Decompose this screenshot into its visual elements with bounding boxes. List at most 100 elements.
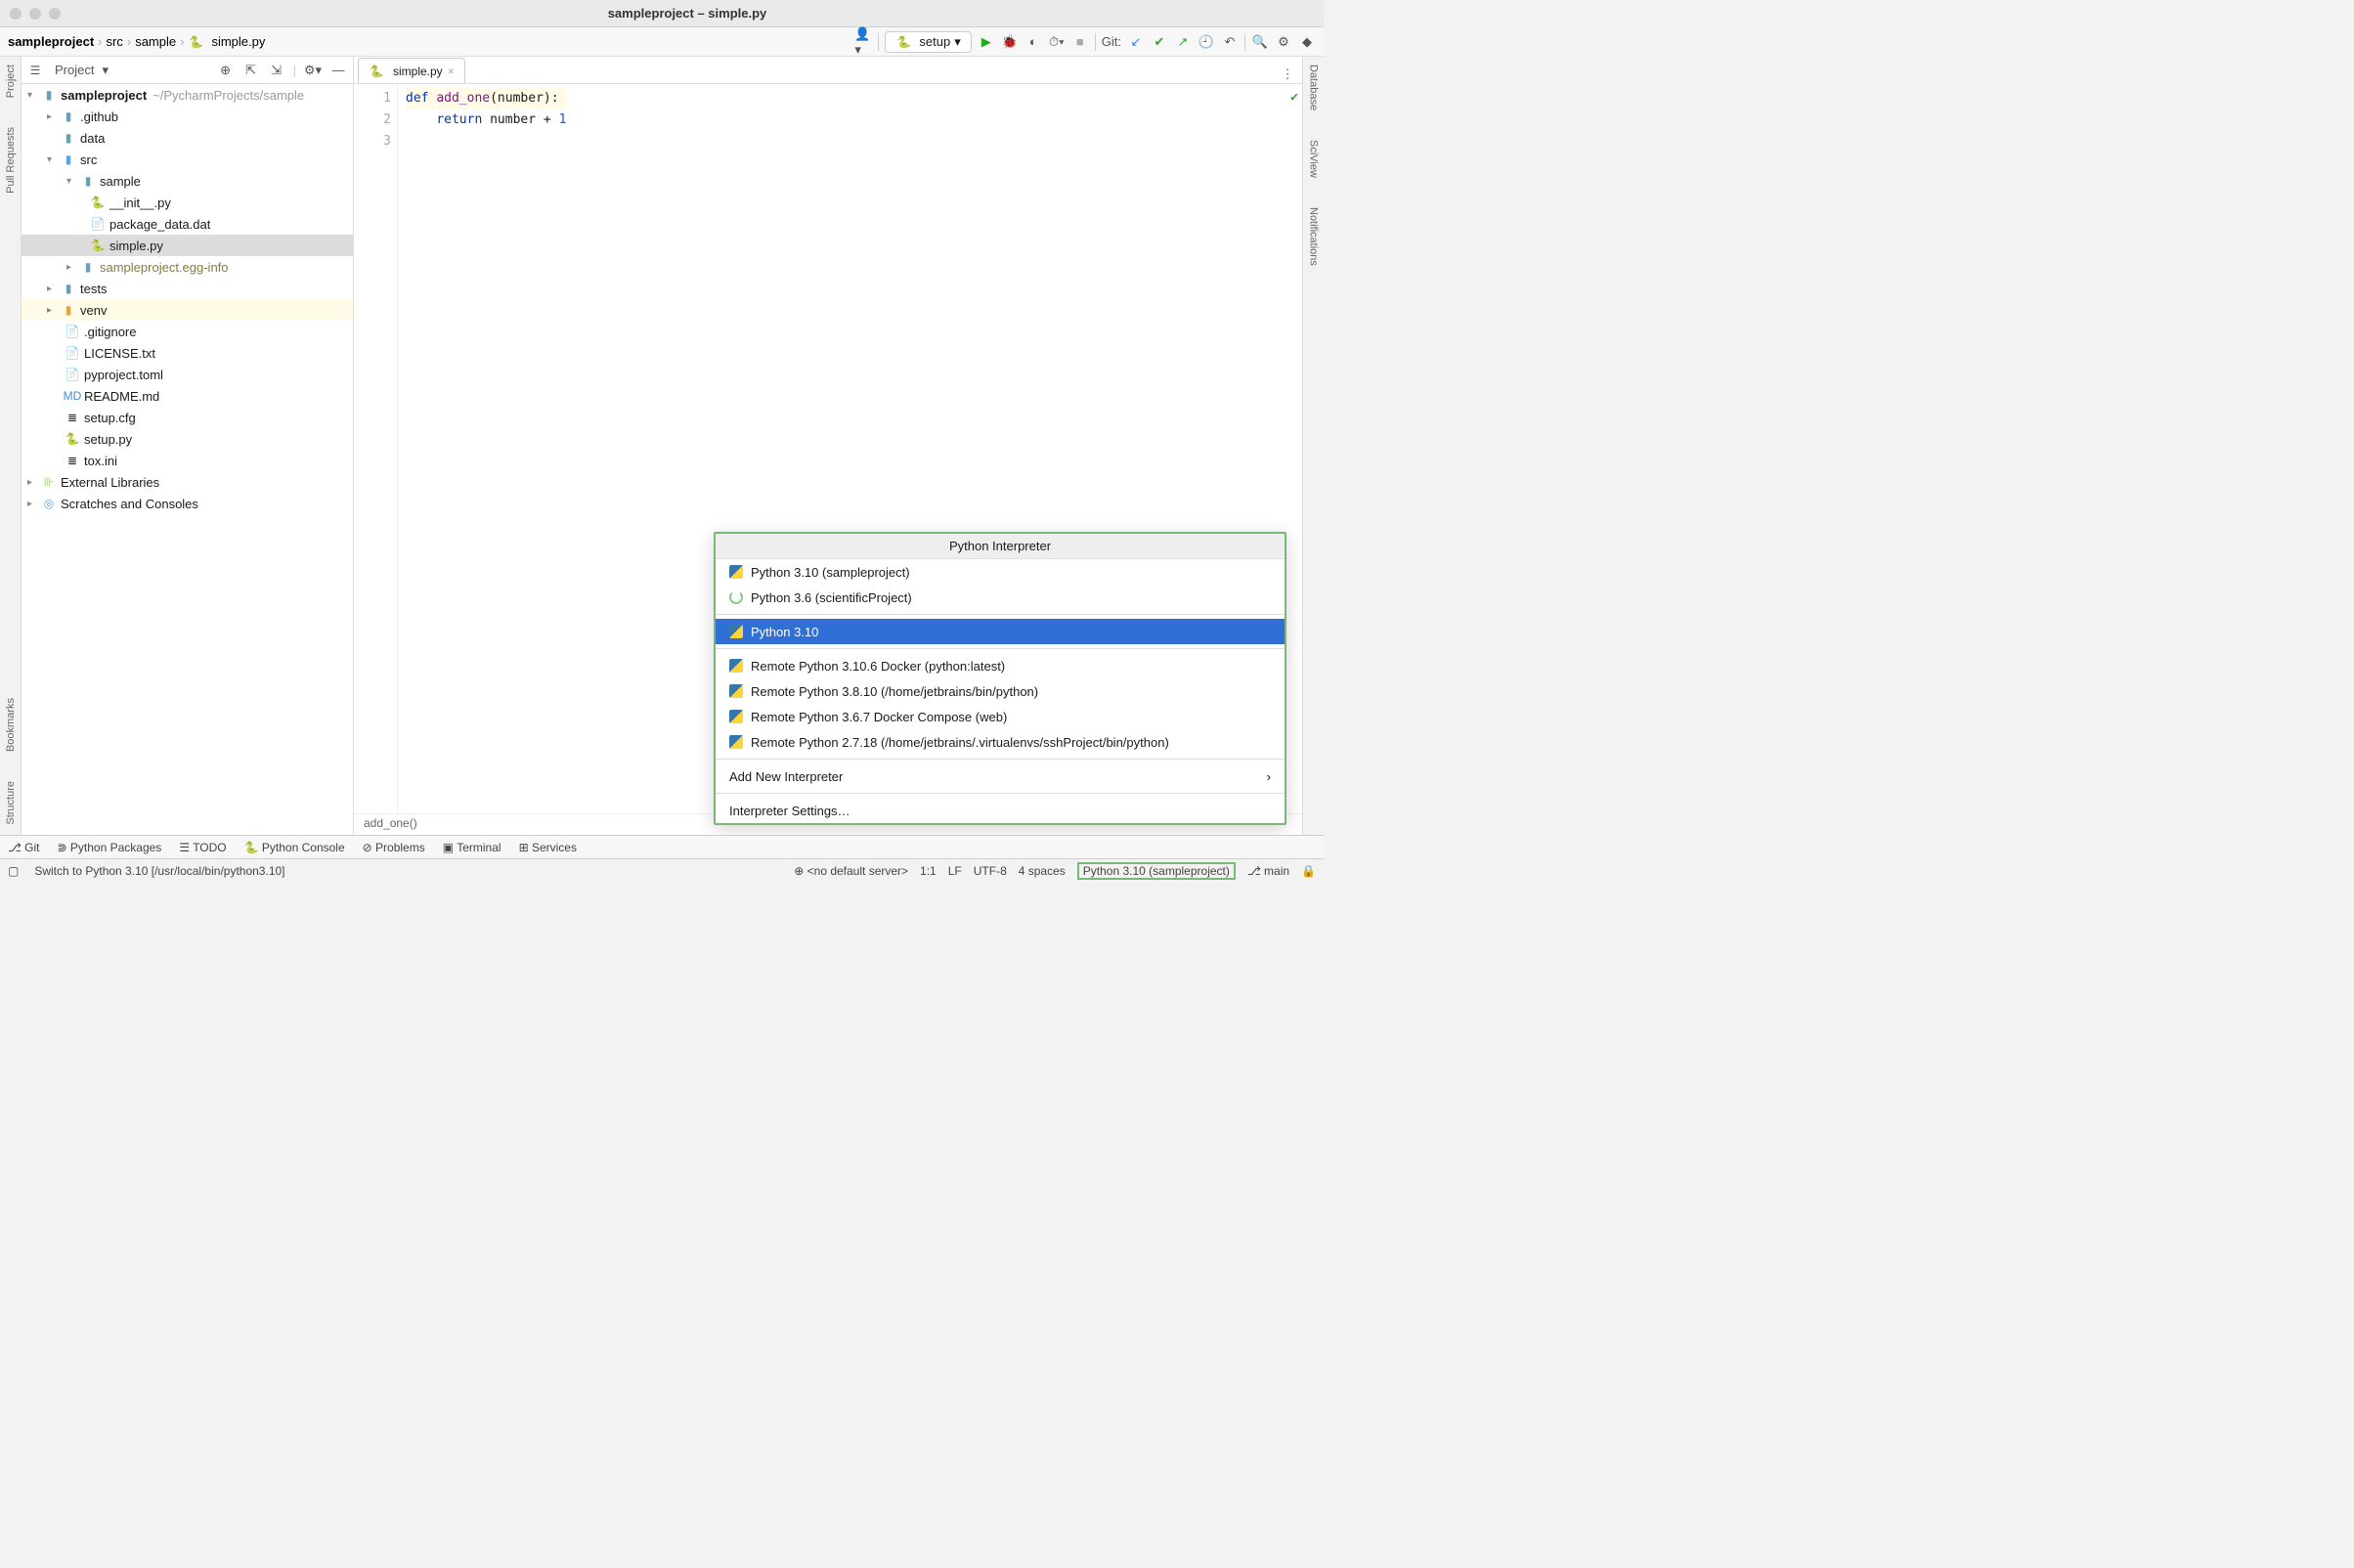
rail-notifications[interactable]: Notifications	[1308, 207, 1320, 266]
expand-all-icon[interactable]: ⇱	[242, 62, 260, 79]
tree-gitignore[interactable]: 📄.gitignore	[22, 321, 353, 342]
rail-bookmarks[interactable]: Bookmarks	[5, 698, 17, 752]
tool-todo[interactable]: ☰ TODO	[179, 841, 226, 854]
rail-structure[interactable]: Structure	[5, 781, 17, 825]
git-revert-button[interactable]: ↶	[1221, 33, 1239, 51]
rail-database[interactable]: Database	[1308, 65, 1320, 110]
tree-github[interactable]: ▸▮.github	[22, 106, 353, 127]
editor-menu-icon[interactable]: ⋮	[1279, 65, 1296, 83]
tree-pyproject[interactable]: 📄pyproject.toml	[22, 364, 353, 385]
search-button[interactable]: 🔍	[1251, 33, 1269, 51]
interpreter-option[interactable]: Python 3.10 (sampleproject)	[716, 559, 1285, 585]
tree-data[interactable]: ▮data	[22, 127, 353, 149]
rail-pull-requests[interactable]: Pull Requests	[5, 127, 17, 194]
status-toolwindow-icon[interactable]: ▢	[8, 864, 19, 878]
status-lineending[interactable]: LF	[948, 864, 962, 878]
tree-readme[interactable]: MDREADME.md	[22, 385, 353, 407]
tab-simple[interactable]: 🐍 simple.py ×	[358, 58, 465, 83]
tree-egginfo[interactable]: ▸▮sampleproject.egg-info	[22, 256, 353, 278]
settings-button[interactable]: ⚙	[1275, 33, 1292, 51]
breadcrumb-src[interactable]: src	[107, 34, 123, 49]
user-icon[interactable]: 👤▾	[854, 33, 872, 51]
popup-title: Python Interpreter	[716, 534, 1285, 559]
right-tool-rail: Database SciView Notifications	[1302, 57, 1324, 835]
tree-simple[interactable]: 🐍simple.py	[22, 235, 353, 256]
line-gutter[interactable]: 1 2 3	[354, 84, 398, 813]
tool-console[interactable]: 🐍 Python Console	[244, 841, 345, 854]
tree-pkgdata[interactable]: 📄package_data.dat	[22, 213, 353, 235]
run-button[interactable]: ▶	[978, 33, 995, 51]
git-pull-button[interactable]: ↙	[1127, 33, 1145, 51]
breadcrumb-sample[interactable]: sample	[135, 34, 176, 49]
tool-git[interactable]: ⎇ Git	[8, 841, 40, 854]
interpreter-remote[interactable]: Remote Python 3.8.10 (/home/jetbrains/bi…	[716, 678, 1285, 704]
minimize-window-icon[interactable]	[29, 8, 41, 20]
interpreter-remote[interactable]: Remote Python 3.10.6 Docker (python:late…	[716, 653, 1285, 678]
status-lock-icon[interactable]: 🔒	[1301, 864, 1316, 878]
tree-root[interactable]: ▾▮ sampleproject ~/PycharmProjects/sampl…	[22, 84, 353, 106]
project-view-icon: ☰	[27, 63, 43, 78]
add-interpreter[interactable]: Add New Interpreter›	[716, 763, 1285, 789]
python-icon	[729, 735, 743, 749]
tree-license[interactable]: 📄LICENSE.txt	[22, 342, 353, 364]
code-lines[interactable]: def add_one(number): return number + 1	[398, 84, 566, 813]
git-history-button[interactable]: 🕘	[1198, 33, 1215, 51]
tree-extlib[interactable]: ▸⊪External Libraries	[22, 471, 353, 493]
tree-sample[interactable]: ▾▮sample	[22, 170, 353, 192]
close-tab-icon[interactable]: ×	[448, 65, 455, 78]
tool-problems[interactable]: ⊘ Problems	[363, 841, 425, 854]
status-server[interactable]: ⊕ <no default server>	[794, 864, 908, 878]
tool-packages[interactable]: ⋑ Python Packages	[58, 841, 162, 854]
interpreter-remote[interactable]: Remote Python 3.6.7 Docker Compose (web)	[716, 704, 1285, 729]
tree-setupcfg[interactable]: ≣setup.cfg	[22, 407, 353, 428]
chevron-down-icon: ▾	[954, 34, 961, 50]
ide-logo-icon[interactable]: ◆	[1298, 33, 1316, 51]
zoom-window-icon[interactable]	[49, 8, 61, 20]
tree-setuppy[interactable]: 🐍setup.py	[22, 428, 353, 450]
tree-src[interactable]: ▾▮src	[22, 149, 353, 170]
debug-button[interactable]: 🐞	[1001, 33, 1019, 51]
close-window-icon[interactable]	[10, 8, 22, 20]
tree-init[interactable]: 🐍__init__.py	[22, 192, 353, 213]
status-encoding[interactable]: UTF-8	[974, 864, 1007, 878]
project-tree[interactable]: ▾▮ sampleproject ~/PycharmProjects/sampl…	[22, 84, 353, 835]
python-file-icon: 🐍	[369, 64, 384, 79]
interpreter-option[interactable]: Python 3.6 (scientificProject)	[716, 585, 1285, 610]
status-indent[interactable]: 4 spaces	[1019, 864, 1066, 878]
inspection-ok-icon[interactable]: ✔	[1290, 90, 1298, 105]
tree-scratches[interactable]: ▸◎Scratches and Consoles	[22, 493, 353, 514]
status-interpreter[interactable]: Python 3.10 (sampleproject)	[1077, 862, 1236, 880]
profile-button[interactable]: ⏱▾	[1048, 33, 1066, 51]
hide-panel-icon[interactable]: —	[329, 62, 347, 79]
editor-tabs: 🐍 simple.py × ⋮	[354, 57, 1302, 84]
tree-tests[interactable]: ▸▮tests	[22, 278, 353, 299]
main-toolbar: sampleproject › src › sample › 🐍 simple.…	[0, 27, 1324, 57]
interpreter-option-selected[interactable]: Python 3.10	[716, 619, 1285, 644]
tree-tox[interactable]: ≣tox.ini	[22, 450, 353, 471]
python-icon	[729, 625, 743, 638]
interpreter-settings[interactable]: Interpreter Settings…	[716, 798, 1285, 823]
git-commit-button[interactable]: ✔	[1151, 33, 1168, 51]
rail-project[interactable]: Project	[5, 65, 17, 98]
breadcrumb-root[interactable]: sampleproject	[8, 34, 94, 49]
breadcrumb-file[interactable]: simple.py	[211, 34, 265, 49]
status-branch[interactable]: ⎇ main	[1247, 864, 1289, 878]
python-icon	[729, 565, 743, 579]
collapse-all-icon[interactable]: ⇲	[268, 62, 285, 79]
tree-venv[interactable]: ▸▮venv	[22, 299, 353, 321]
coverage-button[interactable]: ◐	[1024, 33, 1042, 51]
chevron-down-icon[interactable]: ▾	[102, 63, 109, 78]
interpreter-remote[interactable]: Remote Python 2.7.18 (/home/jetbrains/.v…	[716, 729, 1285, 755]
status-position[interactable]: 1:1	[920, 864, 937, 878]
tool-services[interactable]: ⊞ Services	[519, 841, 577, 854]
run-config-dropdown[interactable]: 🐍 setup ▾	[885, 31, 971, 53]
rail-sciview[interactable]: SciView	[1308, 140, 1320, 178]
status-bar: ▢ Switch to Python 3.10 [/usr/local/bin/…	[0, 858, 1324, 882]
tool-terminal[interactable]: ▣ Terminal	[443, 841, 501, 854]
git-push-button[interactable]: ↗	[1174, 33, 1192, 51]
select-opened-file-icon[interactable]: ⊕	[217, 62, 235, 79]
breadcrumb[interactable]: sampleproject › src › sample › 🐍 simple.…	[8, 34, 265, 50]
panel-settings-icon[interactable]: ⚙▾	[304, 62, 322, 79]
project-panel-title[interactable]: Project	[55, 63, 94, 77]
window-titlebar: sampleproject – simple.py	[0, 0, 1324, 27]
